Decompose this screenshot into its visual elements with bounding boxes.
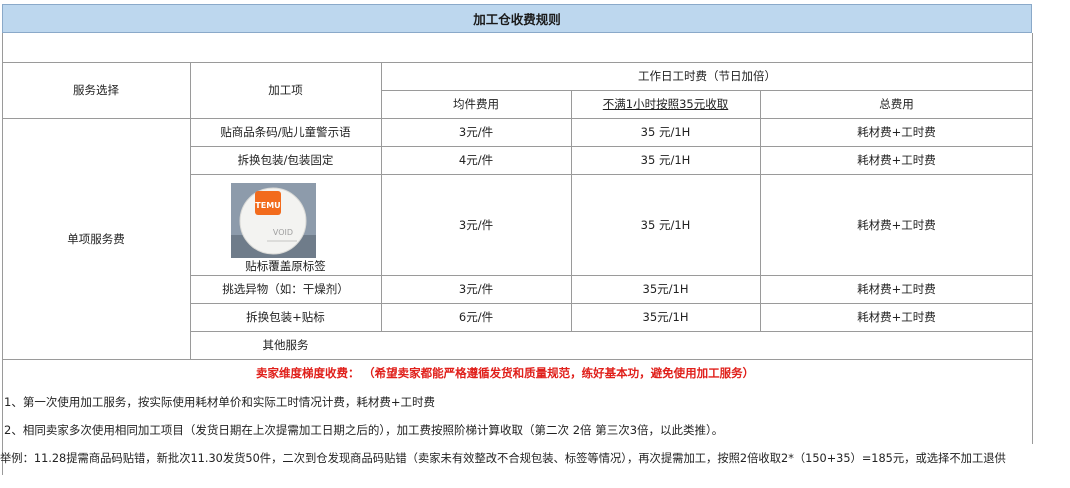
- rule-line-1: 1、第一次使用加工服务，按实际使用耗材单价和实际工时情况计费，耗材费+工时费: [4, 395, 435, 409]
- row-total: 耗材费+工时费: [857, 282, 936, 296]
- row-per-piece: 3元/件: [458, 217, 494, 232]
- row-hourly: 35 元/1H: [640, 153, 691, 167]
- fee-rules-sheet: 加工仓收费规则 服务选择 加工项 工作日工时费（节日加倍） 均件费用 不满1小时…: [0, 0, 1070, 488]
- grid-line: [2, 359, 1033, 360]
- row-total: 耗材费+工时费: [857, 217, 936, 232]
- header-total: 总费用: [879, 97, 914, 111]
- row-item: 其他服务: [262, 338, 309, 352]
- row-hourly: 35元/1H: [642, 282, 689, 296]
- label-sample-photo: TEMU VOID: [231, 183, 316, 258]
- row-total: 耗材费+工时费: [857, 310, 936, 324]
- tier-notice: 卖家维度梯度收费： （希望卖家都能严格遵循发货和质量规范，练好基本功，避免使用加…: [256, 365, 754, 381]
- row-per-piece: 3元/件: [458, 282, 494, 296]
- row-item: 拆换包装+贴标: [246, 310, 325, 324]
- row-item: 拆换包装/包装固定: [237, 153, 334, 167]
- header-service-select: 服务选择: [73, 83, 119, 97]
- row-per-piece: 6元/件: [458, 310, 494, 324]
- tier-label: 卖家维度梯度收费：: [256, 366, 360, 380]
- row-hourly: 35元/1H: [642, 310, 689, 324]
- sheet-title: 加工仓收费规则: [2, 4, 1032, 33]
- row-hourly: 35 元/1H: [640, 217, 691, 232]
- row-per-piece: 4元/件: [458, 153, 494, 167]
- header-under-hour: 不满1小时按照35元收取: [571, 90, 760, 118]
- label-sample-photo-graphic: TEMU VOID: [231, 183, 316, 258]
- example-line: 举例：11.28提需商品码贴错，新批次11.30发货50件，二次到仓发现商品码贴…: [0, 452, 1006, 465]
- header-under-hour-text: 不满1小时按照35元收取: [602, 97, 729, 111]
- group-label-single-service: 单项服务费: [67, 231, 125, 246]
- row-total: 耗材费+工时费: [857, 125, 936, 139]
- header-per-piece: 均件费用: [453, 97, 499, 111]
- tier-hint: （希望卖家都能严格遵循发货和质量规范，练好基本功，避免使用加工服务）: [363, 366, 755, 380]
- header-workday-fee: 工作日工时费（节日加倍）: [638, 69, 776, 83]
- row-hourly: 35 元/1H: [640, 125, 691, 139]
- row-item: 贴商品条码/贴儿童警示语: [220, 125, 351, 139]
- row-per-piece: 3元/件: [458, 125, 494, 139]
- rule-line-2: 2、相同卖家多次使用相同加工项目（发货日期在上次提需加工日期之后的），加工费按照…: [4, 423, 724, 437]
- sticker-logo-text: TEMU: [255, 201, 280, 210]
- sticker-void-text: VOID: [273, 228, 293, 237]
- header-process-item: 加工项: [268, 83, 303, 97]
- row-item: 挑选异物（如：干燥剂）: [222, 282, 349, 296]
- row-item: 贴标覆盖原标签: [245, 258, 326, 273]
- row-total: 耗材费+工时费: [857, 153, 936, 167]
